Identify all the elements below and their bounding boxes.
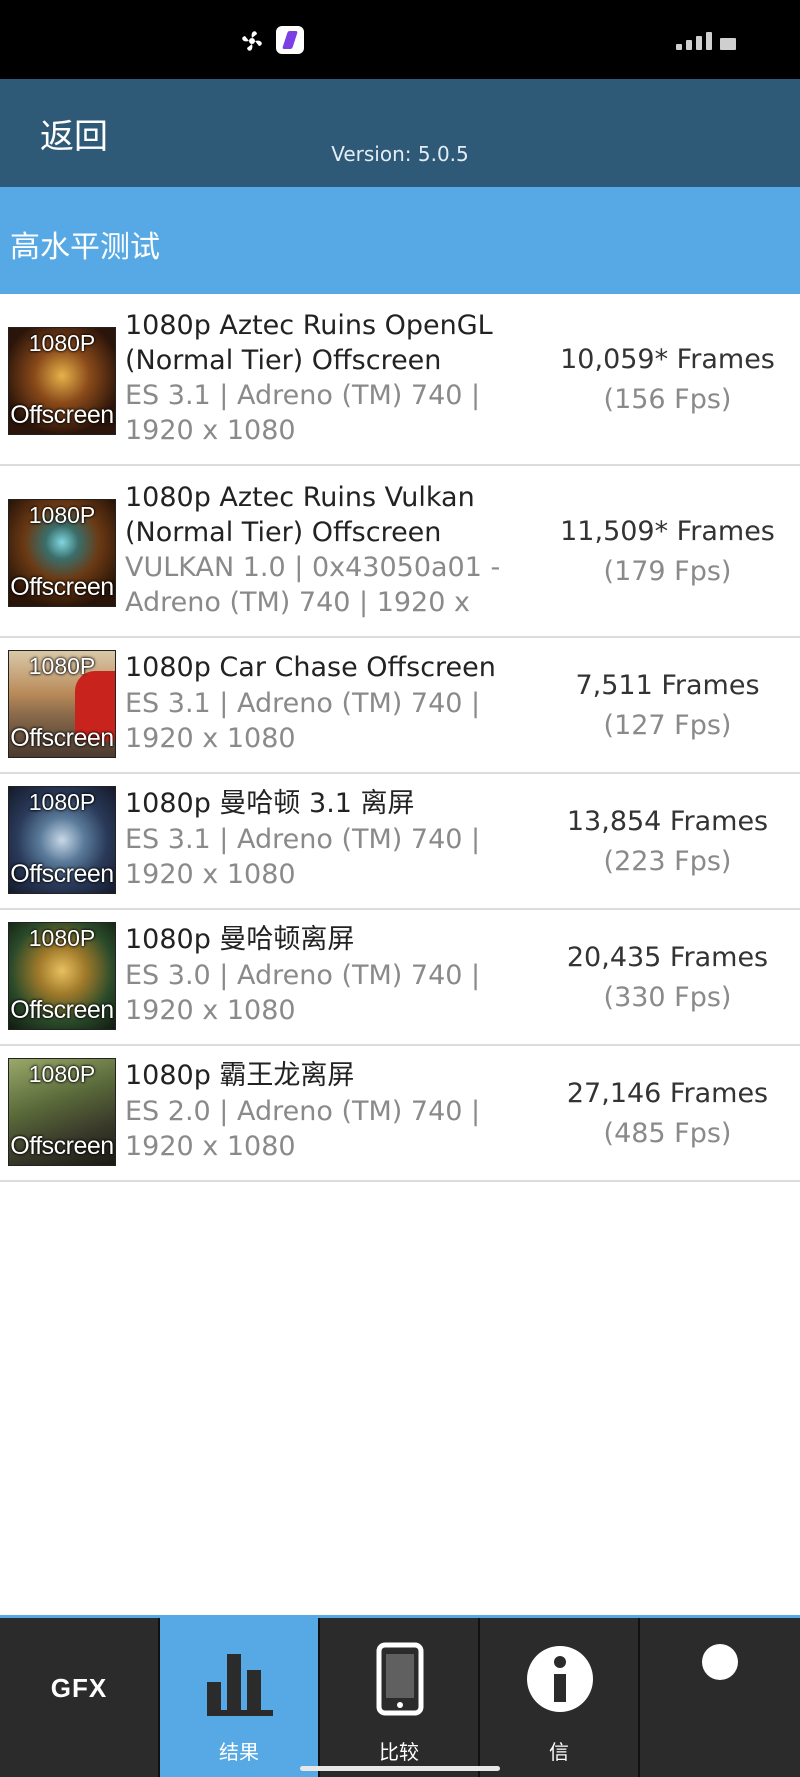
test-details: ES 3.1 | Adreno (TM) 740 | 1920 x 1080 <box>125 688 481 754</box>
thumbnail-resolution: 1080P <box>28 789 96 815</box>
test-score: 11,509* Frames <box>560 516 775 547</box>
thumbnail-mode: Offscreen <box>10 573 114 601</box>
test-name: 1080p 曼哈顿 3.1 离屏 <box>125 788 415 819</box>
result-row[interactable]: 1080P Offscreen 1080p 霸王龙离屏 ES 2.0 | Adr… <box>0 1046 800 1182</box>
result-row[interactable]: 1080P Offscreen 1080p Car Chase Offscree… <box>0 638 800 774</box>
info-icon <box>527 1646 593 1712</box>
thumbnail-resolution: 1080P <box>28 653 96 679</box>
test-thumbnail: 1080P Offscreen <box>8 922 116 1030</box>
status-bar <box>0 0 800 79</box>
nav-results-label: 结果 <box>219 1740 259 1764</box>
test-details: ES 3.0 | Adreno (TM) 740 | 1920 x 1080 <box>125 960 481 1026</box>
section-title-bar: 高水平测试 <box>0 187 800 294</box>
phone-icon <box>376 1642 424 1716</box>
nav-compare[interactable]: 比较 <box>320 1618 480 1777</box>
result-row[interactable]: 1080P Offscreen 1080p 曼哈顿离屏 ES 3.0 | Adr… <box>0 910 800 1046</box>
bar-chart-icon <box>207 1654 273 1716</box>
result-row[interactable]: 1080P Offscreen 1080p Aztec Ruins Vulkan… <box>0 466 800 638</box>
test-score: 7,511 Frames <box>575 670 760 701</box>
bottom-nav: GFX 结果 比较 信 <box>0 1615 800 1777</box>
section-title: 高水平测试 <box>10 230 160 265</box>
test-fps: (156 Fps) <box>603 384 732 415</box>
thumbnail-mode: Offscreen <box>10 724 114 752</box>
test-name: 1080p Aztec Ruins OpenGL (Normal Tier) O… <box>125 310 493 376</box>
test-fps: (179 Fps) <box>603 556 732 587</box>
version-text: Version: 5.0.5 <box>331 142 469 166</box>
result-row[interactable]: 1080P Offscreen 1080p Aztec Ruins OpenGL… <box>0 294 800 466</box>
thumbnail-resolution: 1080P <box>28 925 96 951</box>
version-label: Version: 5.0.5 <box>0 142 800 166</box>
app-header: 返回 Version: 5.0.5 <box>0 79 800 187</box>
fan-icon <box>242 31 262 51</box>
test-score: 27,146 Frames <box>566 1078 769 1109</box>
test-thumbnail: 1080P Offscreen <box>8 327 116 435</box>
nav-results[interactable]: 结果 <box>160 1618 320 1777</box>
test-details: ES 3.1 | Adreno (TM) 740 | 1920 x 1080 <box>125 824 481 890</box>
nav-info[interactable]: 信 <box>480 1618 640 1777</box>
test-score: 10,059* Frames <box>560 344 775 375</box>
test-fps: (485 Fps) <box>603 1118 732 1149</box>
nav-info-label: 信 <box>549 1740 569 1764</box>
thumbnail-mode: Offscreen <box>10 401 114 429</box>
gfx-logo: GFX <box>50 1673 108 1703</box>
user-icon <box>702 1644 738 1680</box>
test-name: 1080p 霸王龙离屏 <box>125 1060 355 1091</box>
test-fps: (127 Fps) <box>603 710 732 741</box>
test-details: VULKAN 1.0 | 0x43050a01 - Adreno (TM) 74… <box>125 552 501 618</box>
test-score: 13,854 Frames <box>566 806 769 837</box>
test-details: ES 2.0 | Adreno (TM) 740 | 1920 x 1080 <box>125 1096 481 1162</box>
test-fps: (330 Fps) <box>603 982 732 1013</box>
test-thumbnail: 1080P Offscreen <box>8 499 116 607</box>
nav-compare-label: 比较 <box>379 1740 419 1764</box>
nav-gfx[interactable]: GFX <box>0 1618 160 1777</box>
results-list: 1080P Offscreen 1080p Aztec Ruins OpenGL… <box>0 294 800 1182</box>
test-thumbnail: 1080P Offscreen <box>8 1058 116 1166</box>
thumbnail-mode: Offscreen <box>10 996 114 1024</box>
test-name: 1080p Aztec Ruins Vulkan (Normal Tier) O… <box>125 482 475 548</box>
test-thumbnail: 1080P Offscreen <box>8 650 116 758</box>
result-row[interactable]: 1080P Offscreen 1080p 曼哈顿 3.1 离屏 ES 3.1 … <box>0 774 800 910</box>
test-name: 1080p Car Chase Offscreen <box>125 652 496 683</box>
test-score: 20,435 Frames <box>566 942 769 973</box>
app-icon <box>276 26 304 54</box>
thumbnail-resolution: 1080P <box>28 330 96 356</box>
test-details: ES 3.1 | Adreno (TM) 740 | 1920 x 1080 <box>125 380 481 446</box>
test-thumbnail: 1080P Offscreen <box>8 786 116 894</box>
signal-icon <box>676 30 740 50</box>
thumbnail-resolution: 1080P <box>28 502 96 528</box>
thumbnail-resolution: 1080P <box>28 1061 96 1087</box>
test-name: 1080p 曼哈顿离屏 <box>125 924 355 955</box>
test-fps: (223 Fps) <box>603 846 732 877</box>
nav-user[interactable] <box>640 1618 800 1777</box>
gesture-bar[interactable] <box>300 1766 500 1771</box>
thumbnail-mode: Offscreen <box>10 860 114 888</box>
thumbnail-mode: Offscreen <box>10 1132 114 1160</box>
